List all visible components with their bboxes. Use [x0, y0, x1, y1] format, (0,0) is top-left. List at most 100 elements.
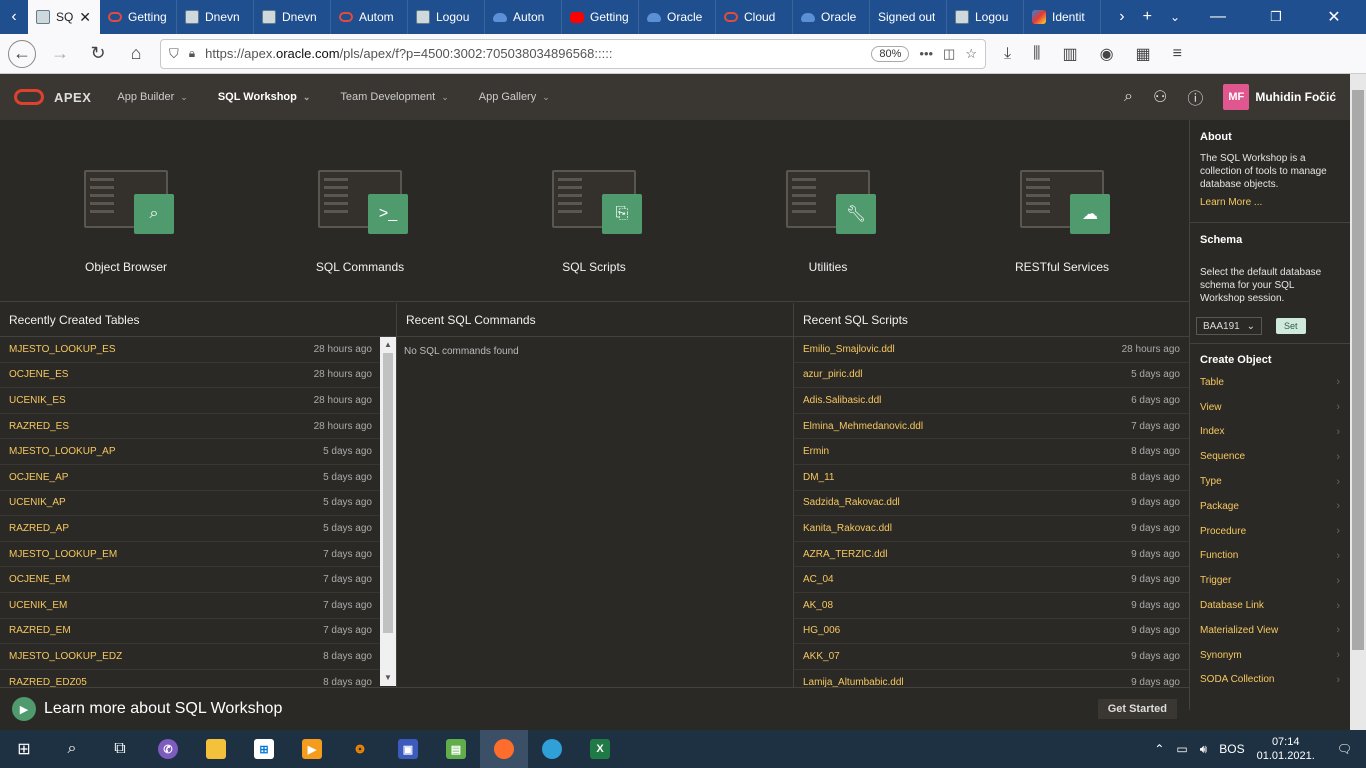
create-object-item[interactable]: Database Link › — [1200, 593, 1340, 618]
create-object-item[interactable]: View › — [1200, 395, 1340, 420]
zoom-level[interactable]: 80% — [871, 45, 910, 62]
create-object-item[interactable]: Sequence › — [1200, 444, 1340, 469]
menu-item[interactable]: App Gallery ⌄ — [479, 91, 550, 103]
learn-more-link[interactable]: Learn More ... — [1200, 197, 1340, 208]
browser-tab[interactable]: Dnevn — [177, 0, 254, 34]
account-icon[interactable]: ◉ — [1100, 44, 1114, 64]
schema-select[interactable]: BAA191 ⌄ — [1196, 317, 1262, 335]
bookmark-star-icon[interactable]: ☆ — [965, 46, 977, 62]
network-app-icon[interactable]: ▤ — [432, 730, 480, 768]
item-link[interactable]: AKK_07 — [803, 651, 1131, 662]
url-text[interactable]: https://apex.oracle.com/pls/apex/f?p=450… — [205, 46, 861, 61]
app-icon[interactable]: ❂ — [336, 730, 384, 768]
windows-start-icon[interactable]: ⊞ — [0, 730, 48, 768]
item-link[interactable]: MJESTO_LOOKUP_ES — [9, 344, 314, 355]
network-icon[interactable]: ▭ — [1176, 742, 1187, 756]
admin-user-icon[interactable]: ⚇ — [1153, 87, 1167, 107]
item-link[interactable]: RAZRED_EDZ05 — [9, 677, 323, 688]
forward-button[interactable]: → — [46, 40, 74, 68]
item-link[interactable]: MJESTO_LOOKUP_AP — [9, 446, 323, 457]
avatar[interactable]: MF — [1223, 84, 1250, 110]
item-link[interactable]: AZRA_TERZIC.ddl — [803, 549, 1131, 560]
library-icon[interactable]: ⫼ — [1033, 45, 1040, 63]
create-object-item[interactable]: Procedure › — [1200, 519, 1340, 544]
browser-tab[interactable]: Getting — [100, 0, 177, 34]
create-object-item[interactable]: Trigger › — [1200, 568, 1340, 593]
create-object-item[interactable]: Function › — [1200, 544, 1340, 569]
item-link[interactable]: Kanita_Rakovac.ddl — [803, 523, 1131, 534]
item-link[interactable]: HG_006 — [803, 625, 1131, 636]
item-link[interactable]: Adis.Salibasic.ddl — [803, 395, 1131, 406]
item-link[interactable]: Emilio_Smajlovic.ddl — [803, 344, 1122, 355]
tool-tile[interactable]: 🔧︎ Utilities — [702, 120, 936, 302]
volume-icon[interactable]: 🔊︎ — [1200, 742, 1208, 757]
set-schema-button[interactable]: Set — [1276, 318, 1306, 334]
browser-tab[interactable]: Oracle — [639, 0, 716, 34]
back-button[interactable]: ← — [8, 39, 36, 68]
edge-icon[interactable] — [528, 730, 576, 768]
item-link[interactable]: UCENIK_ES — [9, 395, 314, 406]
scroll-down-icon[interactable]: ▼ — [380, 670, 396, 686]
tool-tile[interactable]: >_ SQL Commands — [234, 120, 468, 302]
create-object-item[interactable]: Table › — [1200, 370, 1340, 395]
browser-tab[interactable]: Identit — [1024, 0, 1101, 34]
item-link[interactable]: Sadzida_Rakovac.ddl — [803, 497, 1131, 508]
create-object-item[interactable]: Synonym › — [1200, 643, 1340, 668]
sidebar-icon[interactable]: ▥ — [1062, 44, 1077, 64]
browser-tab[interactable]: Oracle — [793, 0, 870, 34]
minimize-icon[interactable]: — — [1198, 8, 1238, 26]
create-object-item[interactable]: Materialized View › — [1200, 618, 1340, 643]
menu-icon[interactable]: ≡ — [1173, 45, 1182, 63]
save-disk-icon[interactable]: ▣ — [384, 730, 432, 768]
browser-tab[interactable]: Logou — [408, 0, 485, 34]
restore-icon[interactable]: ❐ — [1256, 9, 1296, 25]
clock[interactable]: 07:14 01.01.2021. — [1257, 735, 1315, 763]
oracle-logo-icon[interactable] — [14, 89, 44, 105]
item-link[interactable]: UCENIK_AP — [9, 497, 323, 508]
close-window-icon[interactable]: ✕ — [1314, 7, 1354, 27]
reload-button[interactable]: ↻ — [84, 40, 112, 68]
browser-tab[interactable]: Signed out — [870, 0, 947, 34]
item-link[interactable]: azur_piric.ddl — [803, 369, 1131, 380]
pocket-icon[interactable]: ◫ — [943, 46, 955, 62]
scroll-thumb[interactable] — [383, 353, 393, 633]
page-scroll-thumb[interactable] — [1352, 90, 1364, 650]
item-link[interactable]: OCJENE_EM — [9, 574, 323, 585]
item-link[interactable]: Lamija_Altumbabic.ddl — [803, 677, 1131, 688]
item-link[interactable]: AC_04 — [803, 574, 1131, 585]
scroll-up-icon[interactable]: ▲ — [380, 337, 396, 353]
item-link[interactable]: RAZRED_AP — [9, 523, 323, 534]
item-link[interactable]: MJESTO_LOOKUP_EDZ — [9, 651, 323, 662]
item-link[interactable]: UCENIK_EM — [9, 600, 323, 611]
tables-scrollbar[interactable]: ▲ ▼ — [380, 337, 396, 686]
item-link[interactable]: RAZRED_EM — [9, 625, 323, 636]
search-icon[interactable]: ⌕ — [1124, 88, 1133, 106]
item-link[interactable]: MJESTO_LOOKUP_EM — [9, 549, 323, 560]
browser-tab[interactable]: Getting — [562, 0, 639, 34]
menu-item[interactable]: App Builder ⌄ — [117, 91, 187, 103]
apex-brand[interactable]: APEX — [54, 90, 91, 105]
browser-tab[interactable]: Dnevn — [254, 0, 331, 34]
create-object-item[interactable]: Type › — [1200, 469, 1340, 494]
lock-icon[interactable]: 🔒︎ — [189, 46, 195, 61]
help-icon[interactable]: ⓘ — [1187, 85, 1203, 109]
page-scrollbar[interactable] — [1350, 74, 1366, 730]
tool-tile[interactable]: ☁ RESTful Services — [936, 120, 1170, 302]
menu-item[interactable]: SQL Workshop ⌄ — [218, 91, 311, 103]
item-link[interactable]: OCJENE_ES — [9, 369, 314, 380]
url-bar[interactable]: ⛉ 🔒︎ https://apex.oracle.com/pls/apex/f?… — [160, 38, 986, 69]
notifications-icon[interactable]: 🗨︎ — [1337, 742, 1352, 756]
learn-more-text[interactable]: Learn more about SQL Workshop — [44, 700, 282, 718]
user-name[interactable]: Muhidin Fočić — [1255, 90, 1336, 104]
firefox-icon[interactable] — [480, 730, 528, 768]
create-object-item[interactable]: Index › — [1200, 420, 1340, 445]
tool-tile[interactable]: ⎘ SQL Scripts — [468, 120, 702, 302]
page-actions-icon[interactable]: ••• — [919, 46, 933, 61]
close-tab-icon[interactable]: ✕ — [79, 9, 91, 26]
tool-tile[interactable]: ⌕ Object Browser — [0, 120, 234, 302]
new-tab-icon[interactable]: + — [1143, 8, 1152, 26]
download-icon[interactable]: ⤓ — [1004, 45, 1011, 63]
item-link[interactable]: Elmina_Mehmedanovic.ddl — [803, 421, 1131, 432]
tab-scroll-left-icon[interactable]: ‹ — [0, 0, 28, 34]
browser-tab[interactable]: Logou — [947, 0, 1024, 34]
